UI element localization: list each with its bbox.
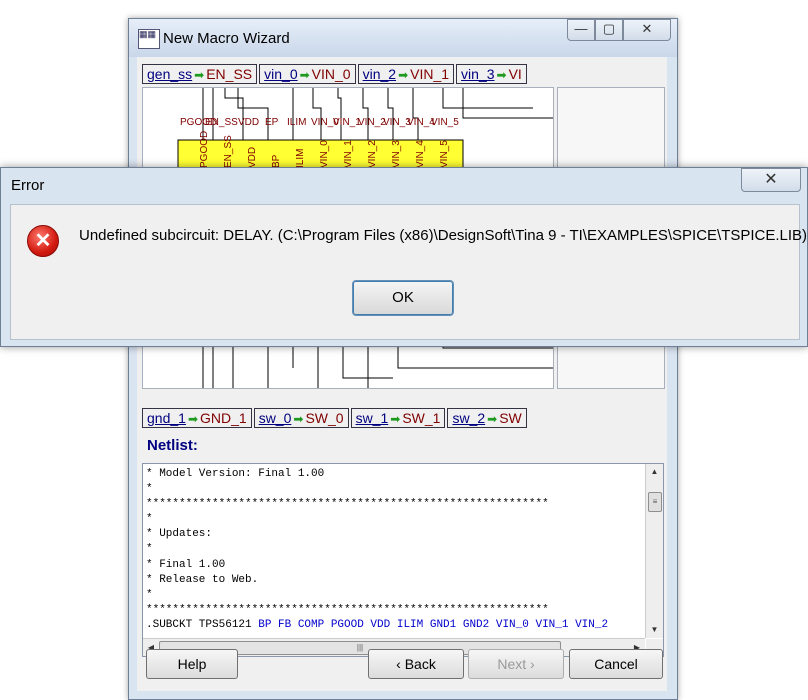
top-pin-text: ILIM [287,117,306,128]
pin-net: sw_2 [452,410,486,426]
chip-pin-text: ILIM [295,149,306,168]
chip-pin-text: PGOOD [199,131,210,168]
bottom-pin-row: gnd_1 ➡ GND_1 sw_0 ➡ SW_0 sw_1 ➡ SW_1 sw_2 ➡ SW [142,408,552,428]
pin-port: GND_1 [200,410,247,426]
chip-pin-text: VIN_2 [367,140,378,168]
close-button[interactable]: ✕ [623,19,671,41]
help-button[interactable]: Help [146,649,238,679]
error-dialog-title: Error [11,177,45,194]
chip-pin-text: VDD [247,147,258,168]
pin-label[interactable]: sw_0 ➡ SW_0 [253,408,349,428]
pin-port: VIN_0 [311,66,351,82]
wizard-body: gen_ss ➡ EN_SS vin_0 ➡ VIN_0 vin_2 ➡ VIN_1 vin_3 ➡… [137,57,667,691]
subckt-pins: BP FB COMP PGOOD VDD ILIM GND1 GND2 VIN_… [258,618,609,631]
pin-net: sw_1 [355,410,389,426]
next-button[interactable]: Next › [468,649,564,679]
top-pin-text: VIN_1 [333,117,361,128]
error-message: Undefined subcircuit: DELAY. (C:\Program… [79,227,808,244]
macro-wizard-window: ▦▦ New Macro Wizard — ▢ ✕ gen_ss ➡ EN_SS vi… [128,18,678,700]
chip-pin-text: VIN_0 [319,140,330,168]
back-button[interactable]: ‹ Back [368,649,464,679]
arrow-right-icon: ➡ [194,68,205,82]
arrow-right-icon: ➡ [299,68,310,82]
top-pin-text: VDD [238,117,259,128]
top-pin-text: EN_SS [205,117,238,128]
pin-port: VI [508,66,522,82]
pin-net: sw_0 [258,410,292,426]
wizard-title: New Macro Wizard [163,30,290,47]
close-icon[interactable]: ✕ [741,168,801,192]
scroll-thumb[interactable]: ≡ [648,492,662,512]
netlist-line: * Release to Web. [146,573,259,586]
caption-buttons: — ▢ ✕ [567,19,671,41]
scroll-up-icon[interactable]: ▲ [646,464,663,480]
arrow-right-icon: ➡ [398,68,409,82]
pin-port: EN_SS [206,66,253,82]
netlist-line: * Final 1.00 [146,558,226,571]
arrow-right-icon: ➡ [487,412,498,426]
chip-pin-text: VIN_4 [415,140,426,168]
top-pin-text: VIN_2 [358,117,386,128]
netlist-line: * Updates: [146,528,213,541]
error-icon: ✕ [27,225,59,257]
netlist-label: Netlist: [147,437,198,454]
error-dialog-body: ✕ Undefined subcircuit: DELAY. (C:\Progr… [10,204,807,340]
netlist-line: ****************************************… [146,498,549,511]
netlist-line: * Model Version: Final 1.00 [146,468,325,480]
wizard-title-bar[interactable]: ▦▦ New Macro Wizard — ▢ ✕ [129,19,677,57]
netlist-subckt-line: .SUBCKT TPS56121 BP FB COMP PGOOD VDD IL… [146,618,642,633]
arrow-right-icon: ➡ [187,412,198,426]
pin-label[interactable]: sw_1 ➡ SW_1 [350,408,446,428]
pin-label[interactable]: vin_2 ➡ VIN_1 [357,64,455,84]
pin-net: vin_0 [264,66,298,82]
chip-pin-text: VIN_1 [343,140,354,168]
top-pin-text: EP [265,117,279,128]
ok-button[interactable]: OK [352,280,454,316]
netlist-text[interactable]: * Model Version: Final 1.00 * ************… [146,467,642,635]
pin-label[interactable]: vin_0 ➡ VIN_0 [259,64,356,84]
pin-label[interactable]: vin_3 ➡ VI [456,64,527,84]
pin-port: SW [499,410,522,426]
chip-pin-text: BP [271,154,282,168]
pin-net: gnd_1 [147,410,186,426]
pin-net: vin_2 [362,66,397,82]
netlist-line: * [146,513,153,526]
netlist-line: ****************************************… [146,603,549,616]
arrow-right-icon: ➡ [496,68,507,82]
chip-pin-text: EN_SS [223,135,234,168]
top-pin-text: VIN_5 [431,117,459,128]
pin-net: vin_3 [461,66,495,82]
netlist-line: * [146,588,153,601]
netlist-textbox[interactable]: * Model Version: Final 1.00 * ************… [142,463,664,657]
minimize-button[interactable]: — [567,19,595,41]
arrow-right-icon: ➡ [390,412,401,426]
pin-label[interactable]: gen_ss ➡ EN_SS [142,64,258,84]
error-dialog: Error ✕ ✕ Undefined subcircuit: DELAY. (… [0,167,808,347]
pin-port: VIN_1 [410,66,450,82]
arrow-right-icon: ➡ [293,412,304,426]
netlist-line: * [146,543,153,556]
tina-app-icon: ▦▦ [138,29,160,49]
pin-net: gen_ss [147,66,193,82]
pin-label[interactable]: gnd_1 ➡ GND_1 [142,408,252,428]
scroll-down-icon[interactable]: ▼ [646,622,663,638]
netlist-line: * [146,483,153,496]
subckt-prefix: .SUBCKT TPS56121 [146,618,259,631]
chip-pin-text: VIN_5 [439,140,450,168]
maximize-button[interactable]: ▢ [595,19,623,41]
chip-pin-text: VIN_3 [391,140,402,168]
top-pin-row: gen_ss ➡ EN_SS vin_0 ➡ VIN_0 vin_2 ➡ VIN_1 vin_3 ➡… [142,64,552,84]
netlist-vertical-scrollbar[interactable]: ▲ ≡ ▼ [645,464,663,638]
cancel-button[interactable]: Cancel [569,649,663,679]
pin-port: SW_1 [402,410,441,426]
pin-label[interactable]: sw_2 ➡ SW [447,408,527,428]
pin-port: SW_0 [305,410,344,426]
